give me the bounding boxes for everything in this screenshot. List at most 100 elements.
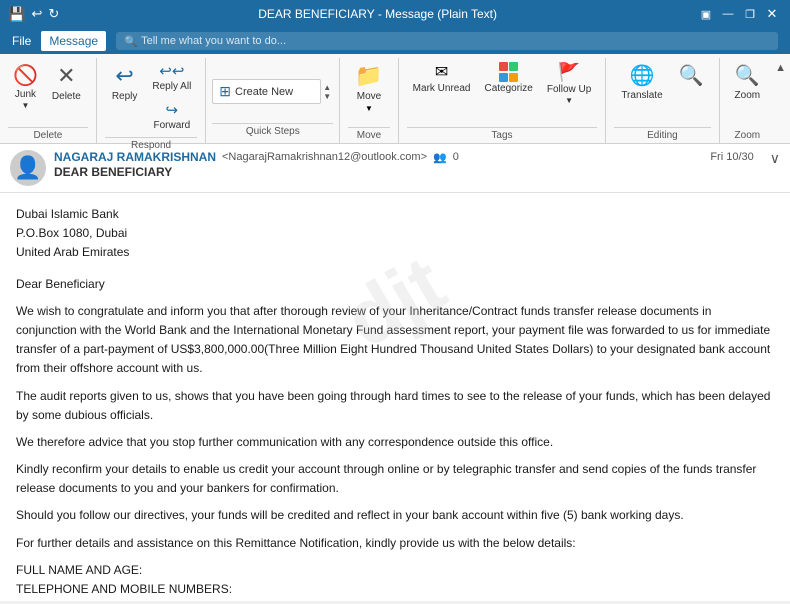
salutation: Dear Beneficiary bbox=[16, 275, 774, 294]
undo-icon[interactable]: ↩ bbox=[31, 6, 42, 22]
people-count: 0 bbox=[453, 151, 459, 163]
zoom-group: 🔍 Zoom Zoom bbox=[720, 58, 776, 143]
address-line1: Dubai Islamic Bank bbox=[16, 205, 774, 224]
menu-bar: File Message 🔍 Tell me what you want to … bbox=[0, 28, 790, 54]
zoom-icon: 🔍 bbox=[735, 63, 760, 88]
zoom-button[interactable]: 🔍 Zoom bbox=[728, 58, 768, 106]
move-group: 📁 Move ▼ Move bbox=[340, 58, 398, 143]
email-header: 👤 NAGARAJ RAMAKRISHNAN <NagarajRamakrish… bbox=[0, 144, 790, 193]
search-ribbon-icon: 🔍 bbox=[679, 63, 704, 88]
follow-up-button[interactable]: 🚩 Follow Up ▼ bbox=[541, 58, 597, 109]
sender-avatar: 👤 bbox=[10, 150, 46, 186]
tags-group-inner: ✉ Mark Unread Categorize 🚩 Follow Up ▼ bbox=[407, 58, 598, 125]
delete-button[interactable]: ✕ Delete bbox=[45, 58, 88, 107]
email-date: Fri 10/30 bbox=[710, 151, 753, 163]
fields-block: FULL NAME AND AGE: TELEPHONE AND MOBILE … bbox=[16, 561, 774, 601]
window-controls: ▣ — ❐ ✕ bbox=[696, 4, 782, 24]
translate-icon: 🌐 bbox=[630, 63, 655, 88]
move-group-inner: 📁 Move ▼ bbox=[348, 58, 389, 125]
search-placeholder: Tell me what you want to do... bbox=[141, 35, 286, 47]
editing-group: 🌐 Translate 🔍 Editing bbox=[606, 58, 719, 143]
forward-label: Forward bbox=[154, 120, 191, 131]
quick-steps-label: Quick Steps bbox=[212, 123, 333, 139]
body-para5: Should you follow our directives, your f… bbox=[16, 506, 774, 525]
body-para6: For further details and assistance on th… bbox=[16, 534, 774, 553]
collapse-icon[interactable]: ▲ bbox=[775, 62, 786, 74]
tags-group-label: Tags bbox=[407, 127, 598, 143]
layout-button[interactable]: ▣ bbox=[696, 4, 716, 24]
email-body[interactable]: Dubai Islamic Bank P.O.Box 1080, Dubai U… bbox=[0, 193, 790, 601]
zoom-group-inner: 🔍 Zoom bbox=[728, 58, 768, 126]
restore-button[interactable]: ❐ bbox=[740, 4, 760, 24]
create-new-button[interactable]: ⊞ Create New bbox=[212, 79, 321, 104]
expand-icon[interactable]: ∨ bbox=[770, 150, 780, 167]
respond-group: ↩ Reply ↩↩ Reply All ↪ Forward Respond bbox=[97, 58, 206, 143]
close-button[interactable]: ✕ bbox=[762, 4, 782, 24]
reply-label: Reply bbox=[112, 91, 138, 102]
editing-group-label: Editing bbox=[614, 127, 710, 143]
field3: FULL CONTACT ADDRESS bbox=[16, 599, 774, 601]
body-para2: The audit reports given to us, shows tha… bbox=[16, 387, 774, 425]
create-new-icon: ⊞ bbox=[219, 83, 231, 100]
reply-all-icon: ↩↩ bbox=[159, 62, 184, 80]
translate-button[interactable]: 🌐 Translate bbox=[614, 58, 669, 106]
tags-group: ✉ Mark Unread Categorize 🚩 Follow Up ▼ T… bbox=[399, 58, 607, 143]
reply-all-label: Reply All bbox=[152, 81, 191, 92]
follow-up-icon: 🚩 bbox=[558, 62, 580, 83]
translate-label: Translate bbox=[621, 90, 662, 101]
sender-email: <NagarajRamakrishnan12@outlook.com> bbox=[222, 151, 427, 163]
sender-line: NAGARAJ RAMAKRISHNAN <NagarajRamakrishna… bbox=[54, 150, 754, 164]
redo-icon[interactable]: ↻ bbox=[48, 6, 59, 22]
window-title: DEAR BENEFICIARY - Message (Plain Text) bbox=[59, 7, 696, 21]
address-line2: P.O.Box 1080, Dubai bbox=[16, 224, 774, 243]
forward-button[interactable]: ↪ Forward bbox=[146, 97, 197, 135]
delete-group-label: Delete bbox=[8, 127, 88, 143]
field2: TELEPHONE AND MOBILE NUMBERS: bbox=[16, 580, 774, 599]
move-button[interactable]: 📁 Move ▼ bbox=[348, 58, 389, 118]
avatar-icon: 👤 bbox=[14, 155, 41, 181]
body-para3: We therefore advice that you stop furthe… bbox=[16, 433, 774, 452]
address-line3: United Arab Emirates bbox=[16, 243, 774, 262]
title-bar-left: 💾 ↩ ↻ bbox=[8, 6, 59, 23]
delete-group-inner: 🚫 Junk ▼ ✕ Delete bbox=[8, 58, 88, 125]
email-subject: DEAR BENEFICIARY bbox=[54, 165, 754, 179]
menu-message[interactable]: Message bbox=[41, 31, 106, 51]
categorize-button[interactable]: Categorize bbox=[478, 58, 538, 98]
move-icon: 📁 bbox=[355, 63, 382, 89]
junk-button[interactable]: 🚫 Junk ▼ bbox=[8, 58, 43, 115]
mark-unread-icon: ✉ bbox=[435, 62, 448, 82]
junk-label: Junk bbox=[15, 89, 36, 100]
mark-unread-label: Mark Unread bbox=[413, 83, 471, 94]
move-label: Move bbox=[357, 91, 381, 102]
minimize-button[interactable]: — bbox=[718, 4, 738, 24]
body-para1: We wish to congratulate and inform you t… bbox=[16, 302, 774, 379]
search-ribbon-button[interactable]: 🔍 bbox=[672, 58, 711, 93]
reply-button[interactable]: ↩ Reply bbox=[105, 58, 145, 107]
save-icon[interactable]: 💾 bbox=[8, 6, 25, 23]
field1: FULL NAME AND AGE: bbox=[16, 561, 774, 580]
sender-name: NAGARAJ RAMAKRISHNAN bbox=[54, 150, 216, 164]
menu-file[interactable]: File bbox=[4, 31, 39, 51]
create-new-label: Create New bbox=[235, 86, 293, 98]
reply-all-button[interactable]: ↩↩ Reply All bbox=[146, 58, 197, 96]
email-meta: NAGARAJ RAMAKRISHNAN <NagarajRamakrishna… bbox=[54, 150, 754, 179]
mark-unread-button[interactable]: ✉ Mark Unread bbox=[407, 58, 477, 98]
follow-up-label: Follow Up bbox=[547, 84, 591, 95]
reply-icon: ↩ bbox=[115, 63, 133, 89]
ribbon: 🚫 Junk ▼ ✕ Delete Delete ↩ Reply ↩↩ Repl… bbox=[0, 54, 790, 144]
address-block: Dubai Islamic Bank P.O.Box 1080, Dubai U… bbox=[16, 205, 774, 263]
respond-group-inner: ↩ Reply ↩↩ Reply All ↪ Forward bbox=[105, 58, 197, 135]
body-para4: Kindly reconfirm your details to enable … bbox=[16, 460, 774, 498]
delete-label: Delete bbox=[52, 91, 81, 102]
header-controls: ∨ bbox=[762, 150, 780, 167]
search-bar[interactable]: 🔍 Tell me what you want to do... bbox=[116, 32, 778, 50]
categorize-label: Categorize bbox=[484, 83, 532, 94]
ribbon-collapse[interactable]: ▲ bbox=[775, 58, 790, 143]
zoom-label: Zoom bbox=[735, 90, 761, 101]
title-bar: 💾 ↩ ↻ DEAR BENEFICIARY - Message (Plain … bbox=[0, 0, 790, 28]
junk-arrow: ▼ bbox=[21, 101, 29, 110]
move-arrow-icon: ▼ bbox=[365, 104, 373, 113]
quick-steps-group: ⊞ Create New ▲ ▼ Quick Steps bbox=[206, 58, 340, 143]
quick-steps-scroll[interactable]: ▲ ▼ bbox=[321, 62, 333, 121]
delete-group: 🚫 Junk ▼ ✕ Delete Delete bbox=[0, 58, 97, 143]
